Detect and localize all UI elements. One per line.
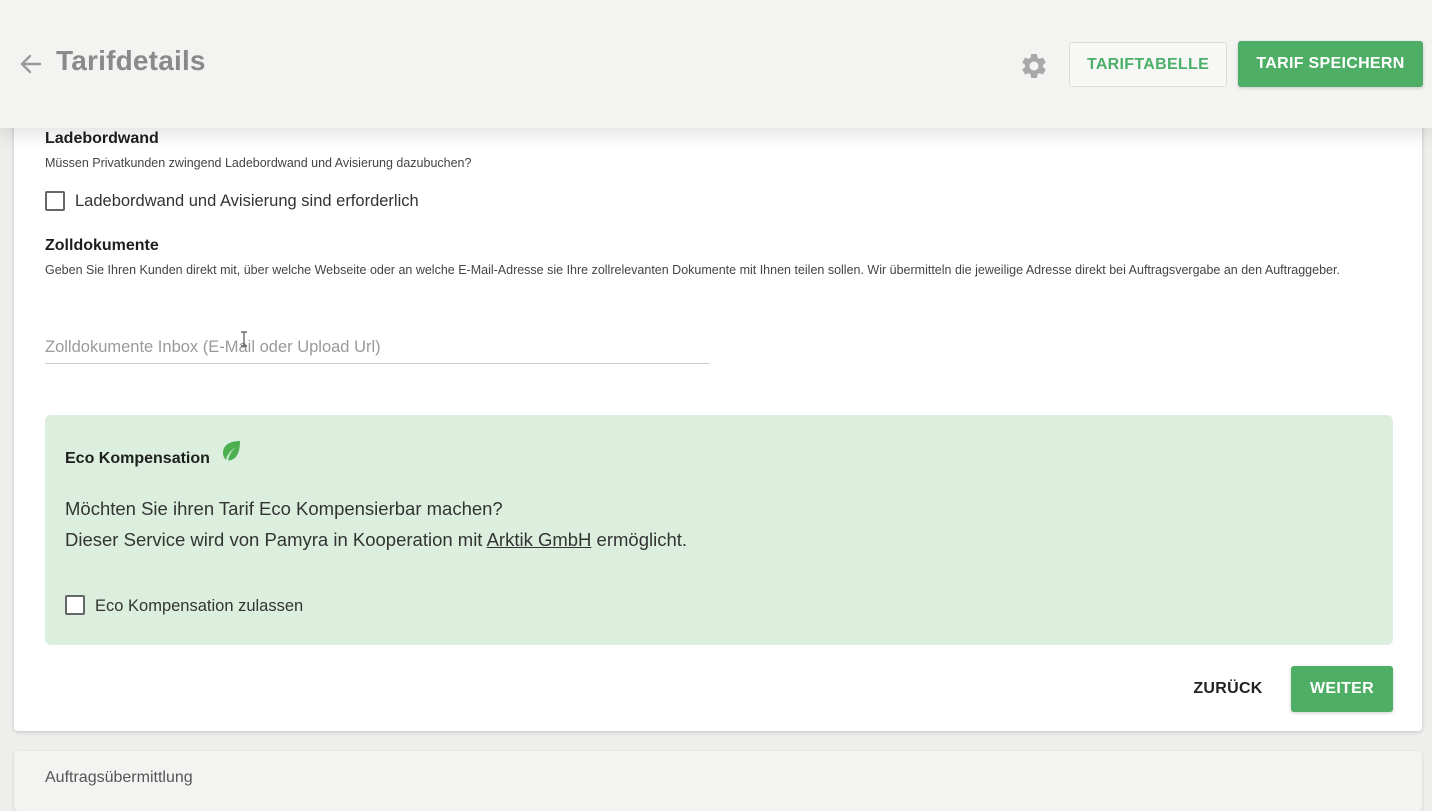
back-button[interactable]: ZURÜCK: [1176, 666, 1280, 712]
arrow-left-icon[interactable]: [18, 50, 44, 78]
app-header: Tarifdetails TARIFTABELLE TARIF SPEICHER…: [0, 0, 1432, 128]
eco-title: Eco Kompensation: [65, 450, 210, 467]
next-section-title: Auftragsübermittlung: [45, 769, 193, 786]
ladebordwand-heading: Ladebordwand: [45, 130, 159, 147]
ladebordwand-checkbox-label[interactable]: Ladebordwand und Avisierung sind erforde…: [75, 192, 419, 211]
zolldokumente-heading: Zolldokumente: [45, 237, 159, 254]
customs-inbox-input[interactable]: [45, 332, 710, 364]
eco-service-suffix: ermöglicht.: [591, 529, 688, 550]
eco-compensation-checkbox[interactable]: [65, 595, 85, 615]
eco-service-line: Dieser Service wird von Pamyra in Kooper…: [65, 524, 687, 555]
eco-question: Möchten Sie ihren Tarif Eco Kompensierba…: [65, 498, 503, 519]
leaf-icon: [223, 441, 240, 461]
zolldokumente-description: Geben Sie Ihren Kunden direkt mit, über …: [45, 263, 1340, 277]
next-button[interactable]: WEITER: [1291, 666, 1393, 712]
eco-service-prefix: Dieser Service wird von Pamyra in Kooper…: [65, 529, 487, 550]
eco-description: Möchten Sie ihren Tarif Eco Kompensierba…: [65, 493, 687, 555]
save-tariff-button[interactable]: TARIF SPEICHERN: [1238, 41, 1423, 87]
tariff-details-card: Ladebordwand Müssen Privatkunden zwingen…: [14, 110, 1422, 731]
eco-compensation-checkbox-label[interactable]: Eco Kompensation zulassen: [95, 597, 303, 616]
eco-compensation-panel: Eco Kompensation Möchten Sie ihren Tarif…: [45, 415, 1393, 645]
next-section-card[interactable]: Auftragsübermittlung: [14, 751, 1422, 811]
page-title: Tarifdetails: [56, 45, 206, 76]
gear-icon[interactable]: [1019, 51, 1049, 81]
ladebordwand-checkbox[interactable]: [45, 191, 65, 211]
text-cursor-icon: [241, 331, 247, 347]
tariff-table-button[interactable]: TARIFTABELLE: [1069, 42, 1227, 87]
arktik-link[interactable]: Arktik GmbH: [487, 529, 592, 550]
ladebordwand-description: Müssen Privatkunden zwingend Ladebordwan…: [45, 156, 472, 170]
